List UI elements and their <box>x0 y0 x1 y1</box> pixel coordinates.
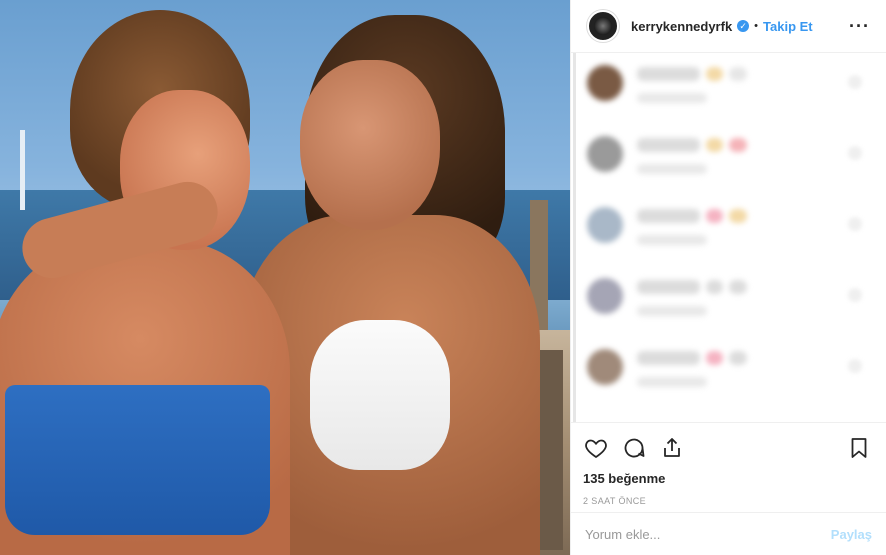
add-comment-bar: Paylaş <box>571 512 886 555</box>
comment-avatar[interactable] <box>587 278 623 314</box>
comment-like-icon[interactable] <box>848 288 862 302</box>
follow-button[interactable]: Takip Et <box>763 19 813 34</box>
bookmark-icon[interactable] <box>846 435 872 461</box>
comment-like-icon[interactable] <box>848 75 862 89</box>
action-icons <box>583 433 872 463</box>
verified-badge-icon: ✓ <box>737 20 750 32</box>
comment-avatar[interactable] <box>587 136 623 172</box>
username-link[interactable]: kerrykennedyrfk <box>631 19 732 34</box>
comment-emoji-icon <box>705 138 724 152</box>
comment-item[interactable] <box>587 132 870 203</box>
comment-blurred-content <box>637 209 747 245</box>
likes-count[interactable]: 135 beğenme <box>583 471 872 486</box>
comment-like-icon[interactable] <box>848 359 862 373</box>
comment-avatar[interactable] <box>587 207 623 243</box>
comment-emoji-icon <box>705 67 724 81</box>
avatar[interactable] <box>587 10 619 42</box>
comment-item[interactable] <box>587 61 870 132</box>
share-comment-button[interactable]: Paylaş <box>831 527 872 542</box>
separator-dot: • <box>754 20 759 32</box>
photo-blue-top <box>5 385 270 535</box>
comment-avatar[interactable] <box>587 349 623 385</box>
share-icon[interactable] <box>659 435 685 461</box>
comment-blurred-content <box>637 280 747 316</box>
heart-icon[interactable] <box>583 435 609 461</box>
comments-list[interactable] <box>571 53 886 422</box>
comment-blurred-content <box>637 67 747 103</box>
comment-emoji-icon <box>705 209 724 223</box>
comment-blurred-content <box>637 351 747 387</box>
comment-emoji-icon <box>705 280 724 294</box>
comment-input[interactable] <box>585 526 831 542</box>
instagram-post: kerrykennedyrfk ✓ • Takip Et ··· 135 beğ… <box>0 0 886 555</box>
comment-emoji-icon <box>729 209 747 223</box>
comment-like-icon[interactable] <box>848 146 862 160</box>
comment-item[interactable] <box>587 345 870 416</box>
post-header: kerrykennedyrfk ✓ • Takip Et ··· <box>571 0 886 53</box>
comment-emoji-icon <box>705 351 724 365</box>
comment-avatar[interactable] <box>587 65 623 101</box>
comment-emoji-icon <box>729 351 747 365</box>
comment-like-icon[interactable] <box>848 217 862 231</box>
post-side-panel: kerrykennedyrfk ✓ • Takip Et ··· 135 beğ… <box>570 0 886 555</box>
avatar-image <box>594 17 612 35</box>
comment-emoji-icon <box>729 138 747 152</box>
photo-person-right-face <box>300 60 440 230</box>
post-timestamp[interactable]: 2 SAAT ÖNCE <box>583 496 872 506</box>
comment-blurred-content <box>637 138 747 174</box>
comment-item[interactable] <box>587 274 870 345</box>
comment-icon[interactable] <box>621 435 647 461</box>
photo-white-bikini <box>310 320 450 470</box>
comment-item[interactable] <box>587 203 870 274</box>
comment-emoji-icon <box>729 67 747 81</box>
photo-mast <box>20 130 25 210</box>
more-options-icon[interactable]: ··· <box>849 16 870 37</box>
comment-emoji-icon <box>729 280 747 294</box>
post-photo[interactable] <box>0 0 570 555</box>
post-actions: 135 beğenme 2 SAAT ÖNCE <box>571 422 886 512</box>
